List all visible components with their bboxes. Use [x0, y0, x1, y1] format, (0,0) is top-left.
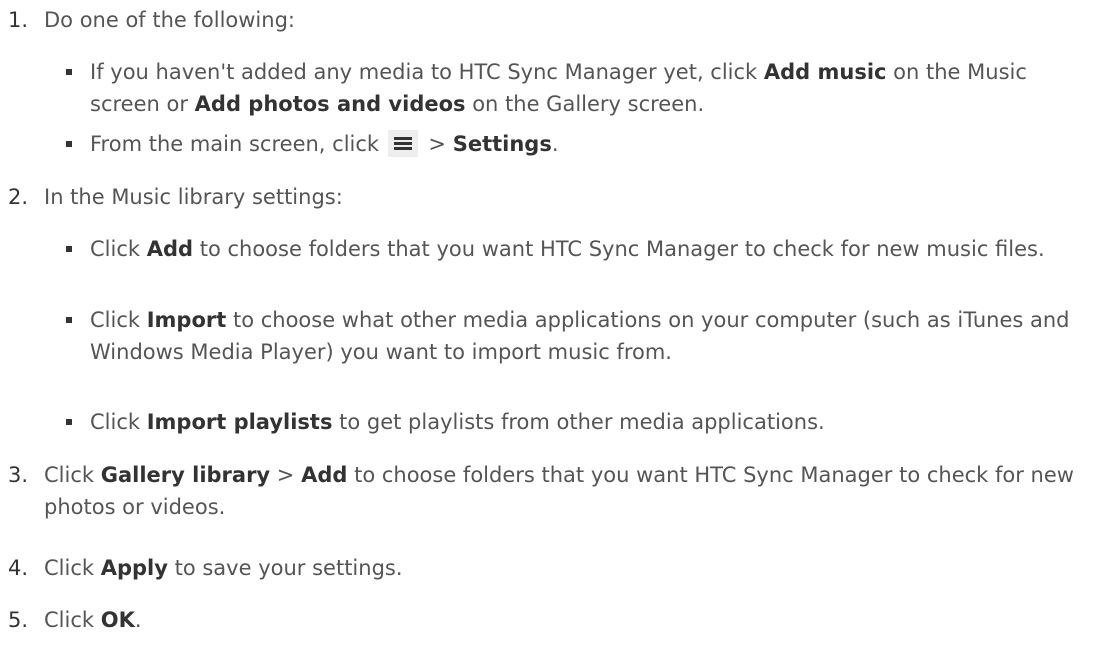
menu-icon [387, 130, 418, 157]
instructions-page: 1. Do one of the following: If you haven… [0, 0, 1106, 660]
step-2: 2. In the Music library settings: [0, 181, 1098, 213]
step-number: 2. [8, 185, 29, 209]
option-text: If you haven't added any media to HTC Sy… [90, 60, 1027, 116]
step-2-option-2: Click Import to choose what other media … [0, 304, 1098, 368]
step-number: 5. [8, 608, 29, 632]
option-text: Click Import playlists to get playlists … [90, 410, 825, 434]
settings-label: Settings [452, 132, 552, 156]
bullet-icon [66, 419, 72, 425]
step-number: 4. [8, 556, 29, 580]
bullet-icon [66, 141, 72, 147]
add-photos-and-videos-label: Add photos and videos [194, 92, 466, 116]
add-label: Add [146, 237, 194, 261]
import-label: Import [146, 308, 227, 332]
bullet-icon [66, 317, 72, 323]
step-text: In the Music library settings: [44, 185, 343, 209]
bullet-icon [66, 69, 72, 75]
step-text: Click Gallery library > Add to choose fo… [44, 463, 1074, 519]
step-1-option-1: If you haven't added any media to HTC Sy… [0, 56, 1098, 120]
option-text: Click Add to choose folders that you wan… [90, 237, 1045, 261]
step-text: Click OK. [44, 608, 142, 632]
apply-label: Apply [100, 556, 168, 580]
step-2-option-1: Click Add to choose folders that you wan… [0, 233, 1098, 265]
add-music-label: Add music [763, 60, 887, 84]
bullet-icon [66, 246, 72, 252]
step-4: 4. Click Apply to save your settings. [0, 552, 1098, 584]
add-label: Add [301, 463, 348, 487]
step-3: 3. Click Gallery library > Add to choose… [0, 459, 1098, 523]
option-text: From the main screen, click > Settings. [90, 130, 559, 157]
step-1: 1. Do one of the following: [0, 4, 1098, 36]
step-2-option-3: Click Import playlists to get playlists … [0, 406, 1098, 438]
step-text: Do one of the following: [44, 8, 295, 32]
step-5: 5. Click OK. [0, 604, 1098, 636]
option-text: Click Import to choose what other media … [90, 308, 1070, 364]
step-number: 1. [8, 8, 29, 32]
step-text: Click Apply to save your settings. [44, 556, 403, 580]
step-1-option-2: From the main screen, click > Settings. [0, 128, 1098, 160]
import-playlists-label: Import playlists [146, 410, 333, 434]
step-number: 3. [8, 463, 29, 487]
ok-label: OK [100, 608, 135, 632]
gallery-library-label: Gallery library [100, 463, 271, 487]
